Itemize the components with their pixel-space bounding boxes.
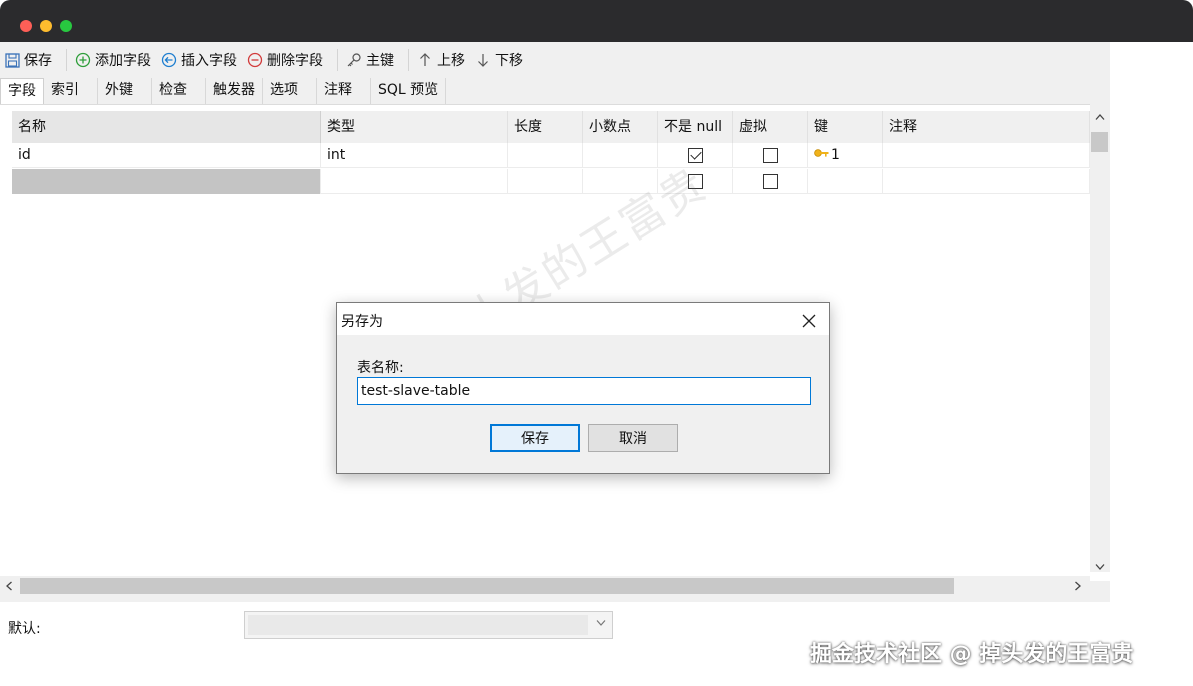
cell-type[interactable]: int <box>321 143 508 168</box>
toolbar-separator <box>66 49 67 71</box>
table-name-label: 表名称: <box>357 360 404 376</box>
tab-sql-preview[interactable]: SQL 预览 <box>371 78 447 104</box>
column-header-name[interactable]: 名称 <box>12 111 321 143</box>
insert-field-label: 插入字段 <box>181 53 237 69</box>
cell-name[interactable] <box>12 169 321 194</box>
cell-comment[interactable] <box>883 169 1090 194</box>
tab-bar: 字段 索引 外键 检查 触发器 选项 注释 SQL 预览 <box>0 78 447 104</box>
move-up-button[interactable]: 上移 <box>417 47 471 73</box>
move-down-button[interactable]: 下移 <box>475 47 529 73</box>
primary-key-button[interactable]: 主键 <box>346 47 400 73</box>
scroll-right-arrow-icon[interactable] <box>1074 580 1082 594</box>
scroll-down-arrow-icon[interactable] <box>1095 560 1105 574</box>
scroll-up-arrow-icon[interactable] <box>1095 110 1105 124</box>
tab-comment[interactable]: 注释 <box>317 78 371 104</box>
key-icon <box>814 143 829 168</box>
grid-header: 名称 类型 长度 小数点 不是 null 虚拟 键 注释 <box>12 111 1090 143</box>
add-field-button[interactable]: 添加字段 <box>75 47 157 73</box>
minus-circle-icon <box>247 52 263 68</box>
cell-decimals[interactable] <box>583 143 658 168</box>
cell-type[interactable] <box>321 169 508 194</box>
key-icon <box>346 52 362 68</box>
cell-not-null <box>658 169 733 194</box>
cell-virtual <box>733 169 808 194</box>
close-icon[interactable] <box>801 307 817 334</box>
horizontal-scroll-thumb[interactable] <box>20 578 954 594</box>
toolbar-separator <box>337 49 338 71</box>
footer-watermark: 掘金技术社区 @ 掉头发的王富贵 <box>810 642 1134 667</box>
tab-checks[interactable]: 检查 <box>152 78 206 104</box>
cancel-button[interactable]: 取消 <box>588 424 678 452</box>
cell-not-null <box>658 143 733 168</box>
cell-decimals[interactable] <box>583 169 658 194</box>
not-null-checkbox[interactable] <box>688 174 703 189</box>
primary-key-label: 主键 <box>366 53 394 69</box>
virtual-checkbox[interactable] <box>763 174 778 189</box>
default-label: 默认: <box>8 621 41 637</box>
cell-name[interactable]: id <box>12 143 321 168</box>
tab-fields[interactable]: 字段 <box>0 78 44 104</box>
tab-indexes[interactable]: 索引 <box>44 78 98 104</box>
arrow-up-icon <box>417 52 433 68</box>
virtual-checkbox[interactable] <box>763 148 778 163</box>
column-header-decimals[interactable]: 小数点 <box>583 111 658 143</box>
save-as-dialog: 另存为 表名称: 保存 取消 <box>336 302 830 474</box>
cell-key[interactable]: 1 <box>808 143 883 168</box>
table-row[interactable] <box>12 169 1090 194</box>
default-value-field[interactable] <box>248 615 588 635</box>
column-header-not-null[interactable]: 不是 null <box>658 111 733 143</box>
arrow-down-icon <box>475 52 491 68</box>
insert-field-button[interactable]: 插入字段 <box>161 47 243 73</box>
table-row[interactable]: id int 1 <box>12 143 1090 168</box>
horizontal-scrollbar[interactable] <box>0 576 1090 596</box>
zoom-window-button[interactable] <box>60 20 72 32</box>
window-titlebar <box>0 0 1193 42</box>
not-null-checkbox[interactable] <box>688 148 703 163</box>
chevron-down-icon[interactable] <box>596 616 606 630</box>
arrow-left-circle-icon <box>161 52 177 68</box>
save-label: 保存 <box>24 53 52 69</box>
column-header-virtual[interactable]: 虚拟 <box>733 111 808 143</box>
move-down-label: 下移 <box>495 53 523 69</box>
plus-circle-icon <box>75 52 91 68</box>
move-up-label: 上移 <box>437 53 465 69</box>
save-icon <box>4 52 20 68</box>
table-name-input[interactable] <box>357 377 811 405</box>
close-window-button[interactable] <box>20 20 32 32</box>
save-button[interactable]: 保存 <box>490 424 580 452</box>
tab-triggers[interactable]: 触发器 <box>206 78 263 104</box>
save-button[interactable]: 保存 <box>4 47 58 73</box>
cell-virtual <box>733 143 808 168</box>
cell-length[interactable] <box>508 169 583 194</box>
delete-field-button[interactable]: 删除字段 <box>247 47 329 73</box>
cell-key[interactable] <box>808 169 883 194</box>
column-header-type[interactable]: 类型 <box>321 111 508 143</box>
add-field-label: 添加字段 <box>95 53 151 69</box>
tab-foreign-keys[interactable]: 外键 <box>98 78 152 104</box>
dialog-title: 另存为 <box>341 314 383 330</box>
delete-field-label: 删除字段 <box>267 53 323 69</box>
key-order: 1 <box>831 147 840 163</box>
toolbar: 保存 添加字段 插入字段 删除字段 主键 上移 下移 <box>0 42 1110 78</box>
vertical-scroll-thumb[interactable] <box>1091 132 1108 152</box>
minimize-window-button[interactable] <box>40 20 52 32</box>
dialog-titlebar: 另存为 <box>337 303 829 335</box>
cell-length[interactable] <box>508 143 583 168</box>
toolbar-separator <box>408 49 409 71</box>
cell-comment[interactable] <box>883 143 1090 168</box>
column-header-length[interactable]: 长度 <box>508 111 583 143</box>
column-header-comment[interactable]: 注释 <box>883 111 1090 143</box>
vertical-scrollbar[interactable] <box>1090 104 1110 572</box>
default-value-combobox[interactable] <box>244 611 613 639</box>
scroll-left-arrow-icon[interactable] <box>5 580 13 594</box>
tab-options[interactable]: 选项 <box>263 78 317 104</box>
column-header-key[interactable]: 键 <box>808 111 883 143</box>
